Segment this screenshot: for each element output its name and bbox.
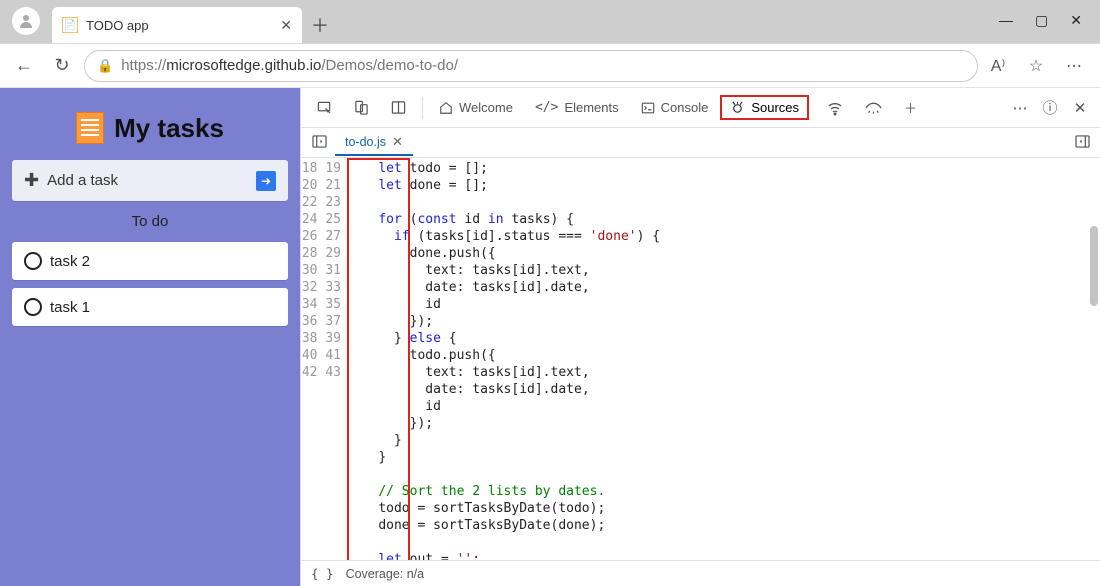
refresh-button[interactable]: ↻ [46, 50, 78, 82]
tab-favicon-icon: 📄 [62, 17, 78, 33]
address-bar-row: ← ↻ 🔒 https://microsoftedge.github.io/De… [0, 44, 1100, 88]
file-tab-todo-js[interactable]: to-do.js ✕ [335, 130, 413, 156]
tab-console[interactable]: Console [631, 94, 719, 121]
devtools-toolbar: Welcome </> Elements Console Sources ＋ [301, 88, 1100, 128]
dock-icon[interactable] [381, 94, 416, 121]
tab-elements[interactable]: </> Elements [525, 94, 629, 121]
scrollbar-thumb[interactable] [1090, 226, 1098, 306]
close-tab-icon[interactable]: ✕ [280, 17, 292, 34]
add-task-input[interactable]: ✚ Add a task ➜ [12, 160, 288, 201]
add-tool-icon[interactable]: ＋ [894, 92, 927, 123]
device-icon[interactable] [344, 94, 379, 121]
task-checkbox[interactable] [24, 252, 42, 270]
line-gutter[interactable]: 18 19 20 21 22 23 24 25 26 27 28 29 30 3… [301, 158, 347, 560]
address-bar[interactable]: 🔒 https://microsoftedge.github.io/Demos/… [84, 50, 978, 82]
close-window-icon[interactable]: ✕ [1070, 12, 1082, 29]
devtools-statusbar: { } Coverage: n/a [301, 560, 1100, 586]
window-controls: — ▢ ✕ [981, 0, 1100, 41]
code-editor[interactable]: 18 19 20 21 22 23 24 25 26 27 28 29 30 3… [301, 158, 1100, 560]
tab-sources[interactable]: Sources [720, 95, 809, 120]
code-content[interactable]: let todo = []; let done = []; for (const… [347, 158, 1100, 560]
show-navigator-icon[interactable] [307, 135, 331, 151]
close-file-icon[interactable]: ✕ [392, 134, 403, 150]
submit-task-icon[interactable]: ➜ [256, 171, 276, 191]
app-pane: My tasks ✚ Add a task ➜ To do task 2 task… [0, 88, 300, 586]
favorite-icon[interactable]: ☆ [1022, 56, 1050, 76]
wifi-icon[interactable] [817, 94, 853, 122]
task-name: task 1 [50, 299, 90, 316]
task-name: task 2 [50, 253, 90, 270]
profile-icon[interactable] [12, 7, 40, 35]
devtools-pane: Welcome </> Elements Console Sources ＋ [300, 88, 1100, 586]
close-devtools-icon[interactable]: ✕ [1066, 99, 1094, 117]
back-button[interactable]: ← [8, 50, 40, 82]
devtools-filebar: to-do.js ✕ [301, 128, 1100, 158]
more-tools-icon[interactable]: ⋯ [1006, 99, 1034, 117]
app-logo-icon [76, 112, 104, 144]
plus-icon: ✚ [24, 170, 39, 191]
show-debugger-icon[interactable] [1070, 135, 1094, 151]
app-title: My tasks [114, 113, 224, 144]
task-item[interactable]: task 2 [12, 242, 288, 280]
task-item[interactable]: task 1 [12, 288, 288, 326]
read-aloud-icon[interactable]: A⁾ [984, 56, 1012, 76]
tab-welcome[interactable]: Welcome [429, 94, 523, 121]
pretty-print-icon[interactable]: { } [311, 566, 334, 581]
app-header: My tasks [12, 112, 288, 144]
tab-title: TODO app [86, 18, 272, 33]
settings-menu-icon[interactable]: ⋯ [1060, 56, 1088, 76]
browser-tab[interactable]: 📄 TODO app ✕ [52, 7, 302, 43]
lock-icon: 🔒 [97, 58, 113, 74]
task-checkbox[interactable] [24, 298, 42, 316]
browser-tab-strip: 📄 TODO app ✕ ＋ — ▢ ✕ [0, 0, 1100, 44]
inspect-icon[interactable] [307, 94, 342, 121]
eye-icon[interactable] [855, 95, 892, 121]
section-todo-label: To do [12, 211, 288, 232]
help-icon[interactable]: ⓘ [1036, 97, 1064, 118]
new-tab-button[interactable]: ＋ [306, 11, 334, 39]
url-text: https://microsoftedge.github.io/Demos/de… [121, 57, 458, 74]
coverage-label: Coverage: n/a [346, 567, 425, 581]
maximize-icon[interactable]: ▢ [1035, 12, 1048, 29]
add-task-placeholder: Add a task [47, 172, 248, 189]
minimize-icon[interactable]: — [999, 12, 1013, 29]
